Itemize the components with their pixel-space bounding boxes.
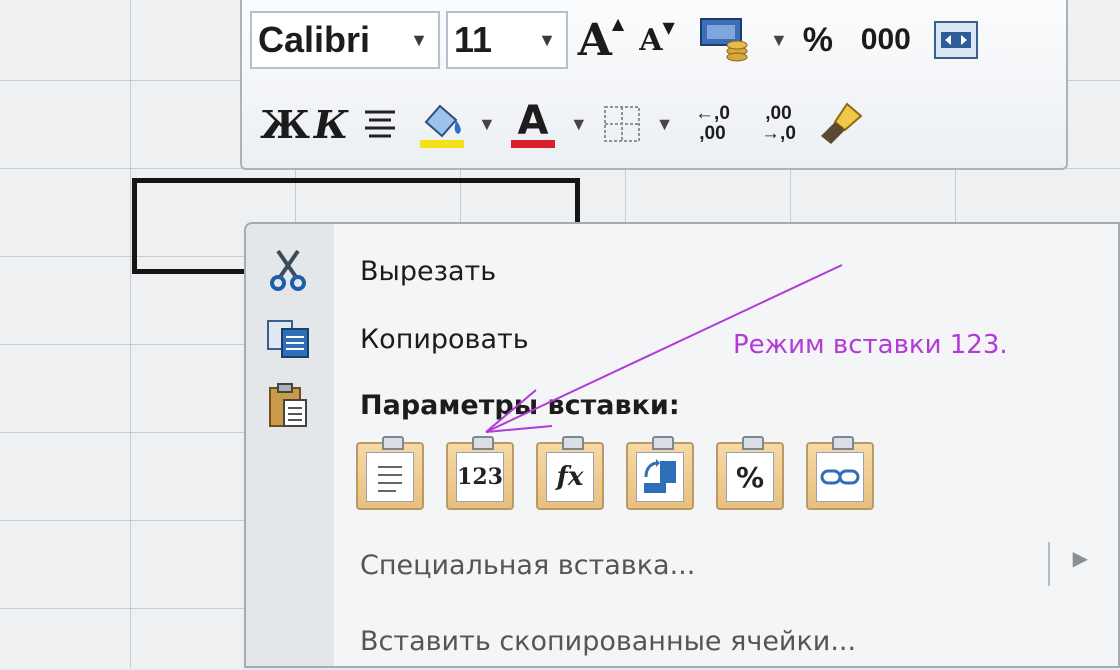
link-icon [816, 452, 864, 502]
transpose-icon [636, 452, 684, 502]
copy-icon [266, 317, 310, 361]
scissors-icon [266, 249, 310, 293]
paste-button[interactable] [356, 436, 424, 510]
menu-item-paste-options: Параметры вставки: [246, 376, 1118, 434]
menu-item-insert-copied-cells[interactable]: Вставить скопированные ячейки... [246, 612, 1118, 670]
paste-options-row: 123 fx % [356, 436, 874, 510]
clip-icon [832, 436, 854, 450]
font-size-combobox[interactable]: 11 ▼ [446, 11, 568, 69]
paste-transpose-button[interactable] [626, 436, 694, 510]
clip-icon [382, 436, 404, 450]
menu-item-paste-special[interactable]: Специальная вставка... [246, 536, 1118, 594]
insert-copied-cells-label: Вставить скопированные ячейки... [360, 625, 857, 657]
annotation-text: Режим вставки 123. [733, 330, 1008, 360]
chevron-down-icon[interactable]: ▼ [410, 30, 438, 51]
chevron-down-icon[interactable]: ▼ [656, 114, 674, 135]
clip-icon [742, 436, 764, 450]
font-size-value: 11 [454, 19, 493, 60]
paste-formulas-button[interactable]: fx [536, 436, 604, 510]
svg-text:A: A [517, 98, 548, 144]
format-painter-icon[interactable] [813, 94, 869, 154]
align-center-icon[interactable] [354, 94, 406, 154]
paste-formatting-button[interactable]: % [716, 436, 784, 510]
mini-toolbar: Calibri ▼ 11 ▼ A ▲ A ▼ ▼ % 000 Ж К ▼ A ▼… [240, 0, 1068, 170]
increase-decimal-top: ←,0 [695, 103, 730, 124]
chevron-down-icon[interactable]: ▼ [770, 30, 788, 51]
accounting-format-icon[interactable] [690, 10, 760, 70]
paste-page-icon [366, 452, 414, 502]
mini-toolbar-row-1: Calibri ▼ 11 ▼ A ▲ A ▼ ▼ % 000 [250, 8, 984, 72]
chevron-down-icon[interactable]: ▼ [570, 114, 588, 135]
bold-button[interactable]: Ж [260, 94, 310, 154]
paste-special-label: Специальная вставка... [360, 549, 696, 581]
font-name-value: Calibri [258, 19, 371, 60]
shrink-font-icon[interactable]: A ▼ [634, 10, 680, 70]
fill-color-icon[interactable] [416, 94, 468, 154]
borders-icon[interactable] [598, 94, 646, 154]
increase-decimal-bottom: ,00 [699, 123, 726, 144]
decrease-decimal-button[interactable]: ,00 →,0 [749, 94, 807, 154]
clip-icon [652, 436, 674, 450]
cut-label: Вырезать [360, 255, 497, 287]
percent-brush-icon: % [726, 452, 774, 502]
clip-icon [562, 436, 584, 450]
paste-values-button[interactable]: 123 [446, 436, 514, 510]
clip-icon [472, 436, 494, 450]
font-name-combobox[interactable]: Calibri ▼ [250, 11, 440, 69]
context-menu: Вырезать Копировать Параметры вставки: 1… [244, 222, 1120, 668]
decrease-decimal-top: ,00 [765, 103, 792, 124]
font-color-icon[interactable]: A [506, 94, 560, 154]
mini-toolbar-row-2: Ж К ▼ A ▼ ▼ ←,0 ,00 ,00 →,0 [250, 88, 869, 160]
chevron-down-icon[interactable]: ▼ [478, 114, 496, 135]
grow-font-icon[interactable]: A ▲ [574, 10, 628, 70]
paste-link-button[interactable] [806, 436, 874, 510]
menu-item-cut[interactable]: Вырезать [246, 242, 1118, 300]
decrease-decimal-bottom: →,0 [761, 123, 796, 144]
submenu-separator [1048, 542, 1050, 586]
chevron-down-icon[interactable]: ▼ [538, 30, 566, 51]
chevron-right-icon[interactable]: ▶ [1073, 546, 1088, 571]
clipboard-icon [266, 383, 310, 427]
merge-center-icon[interactable] [928, 10, 984, 70]
values-icon: 123 [456, 452, 504, 502]
thousands-separator-button[interactable]: 000 [850, 10, 922, 70]
italic-button[interactable]: К [308, 94, 354, 154]
increase-decimal-button[interactable]: ←,0 ,00 [683, 94, 741, 154]
percent-style-button[interactable]: % [798, 10, 838, 70]
copy-label: Копировать [360, 323, 529, 355]
formula-icon: fx [546, 452, 594, 502]
paste-options-label: Параметры вставки: [360, 389, 680, 421]
